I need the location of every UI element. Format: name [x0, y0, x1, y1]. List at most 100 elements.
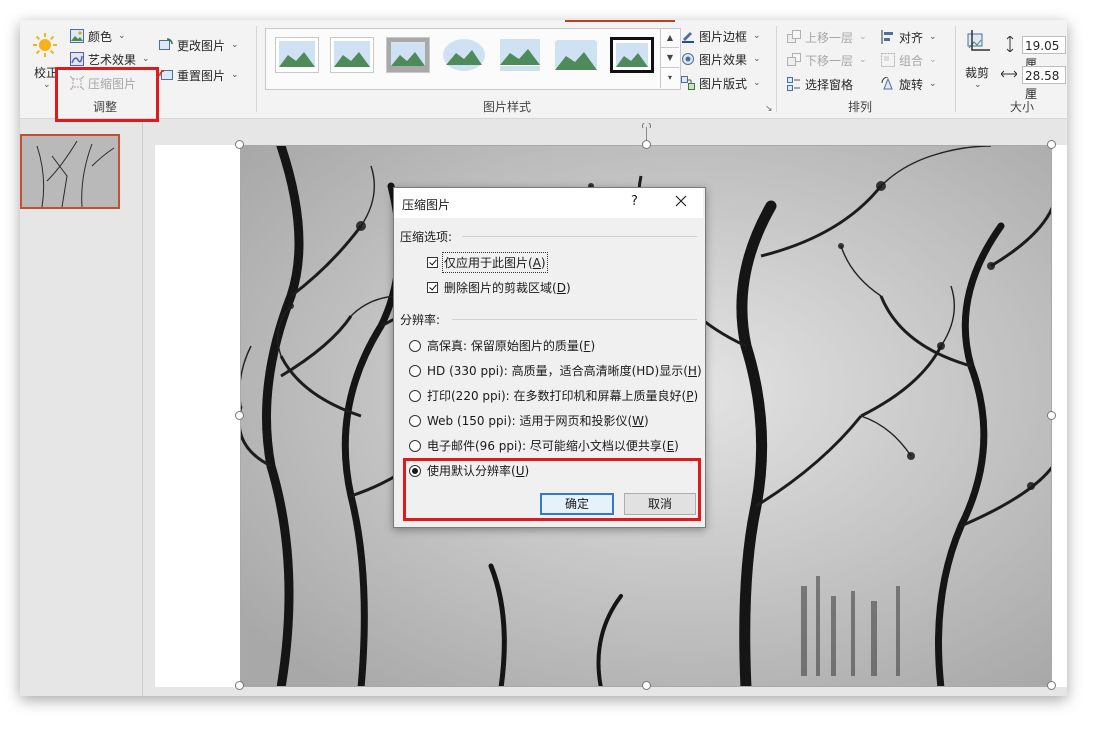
delete-cropped-label: 删除图片的剪裁区域(D)	[444, 281, 571, 295]
close-icon[interactable]	[674, 194, 688, 208]
artistic-effects-icon	[70, 52, 84, 66]
selection-pane-button[interactable]: 选择窗格	[787, 74, 853, 94]
resize-handle[interactable]	[642, 681, 651, 690]
chevron-down-icon: ⌄	[929, 32, 937, 42]
section-divider	[462, 236, 697, 237]
selection-pane-icon	[787, 77, 801, 91]
gallery-down-arrow[interactable]: ▼	[661, 48, 679, 68]
resize-handle[interactable]	[1047, 681, 1056, 690]
radio-button[interactable]	[409, 414, 421, 427]
chevron-down-icon: ⌄	[753, 54, 761, 64]
resolution-option-label: HD (330 ppi): 高质量，适合高清晰度(HD)显示(H)	[427, 364, 702, 378]
resolution-option-print[interactable]: 打印(220 ppi): 在多数打印机和屏幕上质量良好(P)	[409, 387, 698, 404]
chevron-down-icon: ⌄	[929, 55, 937, 65]
reset-picture-label: 重置图片	[177, 68, 226, 83]
resize-handle[interactable]	[235, 140, 244, 149]
change-picture-icon	[159, 38, 173, 52]
picture-effects-icon	[681, 52, 695, 66]
chevron-down-icon: ⌄	[231, 40, 239, 50]
width-icon	[1000, 67, 1018, 81]
apply-only-checkbox[interactable]	[427, 257, 438, 268]
resolution-option-default[interactable]: 使用默认分辨率(U)	[409, 462, 529, 479]
radio-button-selected[interactable]	[409, 464, 421, 477]
crop-icon	[964, 30, 990, 56]
resize-handle[interactable]	[642, 140, 651, 149]
artistic-effects-button[interactable]: 艺术效果 ⌄	[70, 49, 150, 69]
sun-icon	[32, 32, 58, 58]
apply-only-option[interactable]: 仅应用于此图片(A)	[427, 252, 548, 273]
powerpoint-window: 校正 ⌄ 颜色 ⌄ 艺术效果 ⌄ 压缩图片 更改图片 ⌄ 重置图片 ⌄ 调整 ▲…	[20, 20, 1067, 696]
picture-style-3[interactable]	[386, 37, 430, 73]
rotation-handle[interactable]	[642, 121, 651, 140]
resolution-option-email[interactable]: 电子邮件(96 ppi): 尽可能缩小文档以便共享(E)	[409, 437, 679, 454]
send-backward-label: 下移一层	[805, 53, 854, 68]
color-icon	[70, 29, 84, 43]
resize-handle[interactable]	[1047, 411, 1056, 420]
compression-options-heading: 压缩选项:	[400, 230, 453, 244]
send-backward-button[interactable]: 下移一层 ⌄	[787, 50, 867, 70]
ribbon: 校正 ⌄ 颜色 ⌄ 艺术效果 ⌄ 压缩图片 更改图片 ⌄ 重置图片 ⌄ 调整 ▲…	[20, 20, 1067, 119]
crop-button[interactable]: 裁剪 ⌄	[960, 28, 994, 90]
group-icon	[881, 53, 895, 67]
dialog-title: 压缩图片	[402, 198, 451, 212]
rotate-label: 旋转	[899, 77, 924, 92]
color-button[interactable]: 颜色 ⌄	[70, 26, 126, 46]
align-icon	[881, 30, 895, 44]
group-button[interactable]: 组合 ⌄	[881, 50, 937, 70]
ok-button[interactable]: 确定	[540, 493, 614, 515]
resolution-option-web[interactable]: Web (150 ppi): 适用于网页和投影仪(W)	[409, 412, 649, 429]
corrections-button[interactable]: 校正 ⌄	[28, 30, 62, 90]
slide-thumbnail[interactable]	[20, 134, 120, 209]
chevron-down-icon: ⌄	[753, 31, 761, 41]
picture-border-icon	[681, 29, 695, 43]
crop-label: 裁剪	[965, 66, 990, 80]
cancel-button[interactable]: 取消	[624, 493, 696, 515]
reset-picture-button[interactable]: 重置图片 ⌄	[159, 65, 239, 85]
picture-border-button[interactable]: 图片边框 ⌄	[681, 26, 761, 46]
compress-pictures-button[interactable]: 压缩图片	[70, 73, 136, 93]
chevron-down-icon: ⌄	[859, 55, 867, 65]
rotate-button[interactable]: 旋转 ⌄	[881, 74, 937, 94]
resize-handle[interactable]	[235, 411, 244, 420]
gallery-more-arrow[interactable]: ▾	[661, 68, 679, 88]
arrange-group-label: 排列	[848, 100, 873, 114]
group-divider	[776, 26, 777, 112]
bring-forward-button[interactable]: 上移一层 ⌄	[787, 27, 867, 47]
gallery-up-arrow[interactable]: ▲	[661, 28, 679, 48]
group-divider	[955, 26, 956, 112]
radio-button[interactable]	[409, 339, 421, 352]
delete-cropped-option[interactable]: 删除图片的剪裁区域(D)	[427, 279, 571, 296]
dialog-launcher-icon[interactable]: ↘	[765, 104, 773, 114]
help-button[interactable]: ?	[631, 194, 638, 209]
compress-pictures-dialog: 压缩图片 ? 压缩选项: 仅应用于此图片(A) 删除图片的剪裁区域(D) 分辨率…	[393, 187, 706, 528]
delete-cropped-checkbox[interactable]	[427, 282, 438, 293]
picture-layout-button[interactable]: 图片版式 ⌄	[681, 73, 761, 93]
slide-thumbnail-pane	[20, 119, 143, 696]
resolution-option-hd[interactable]: HD (330 ppi): 高质量，适合高清晰度(HD)显示(H)	[409, 362, 702, 379]
change-picture-button[interactable]: 更改图片 ⌄	[159, 35, 239, 55]
resolution-option-hifi[interactable]: 高保真: 保留原始图片的质量(F)	[409, 337, 595, 354]
picture-style-7[interactable]	[610, 37, 654, 73]
picture-style-5[interactable]	[498, 37, 542, 73]
dialog-title-bar: 压缩图片 ?	[394, 188, 703, 218]
width-input[interactable]: 28.58 厘	[1022, 66, 1066, 101]
resize-handle[interactable]	[235, 681, 244, 690]
picture-layout-label: 图片版式	[699, 76, 748, 91]
picture-layout-icon	[681, 76, 695, 90]
radio-button[interactable]	[409, 364, 421, 377]
align-button[interactable]: 对齐 ⌄	[881, 27, 937, 47]
radio-button[interactable]	[409, 439, 421, 452]
picture-style-2[interactable]	[330, 37, 374, 73]
height-icon	[1003, 35, 1017, 53]
gallery-scroll: ▲ ▼ ▾	[660, 28, 679, 88]
radio-button[interactable]	[409, 389, 421, 402]
corrections-label: 校正	[34, 66, 59, 80]
height-input[interactable]: 19.05 厘	[1022, 36, 1066, 71]
picture-effects-button[interactable]: 图片效果 ⌄	[681, 49, 761, 69]
picture-style-4[interactable]	[442, 37, 486, 73]
picture-style-6[interactable]	[554, 37, 598, 73]
resize-handle[interactable]	[1047, 140, 1056, 149]
picture-style-1[interactable]	[275, 37, 319, 73]
resolution-option-label: Web (150 ppi): 适用于网页和投影仪(W)	[427, 414, 649, 428]
size-group-label: 大小	[1010, 100, 1035, 114]
